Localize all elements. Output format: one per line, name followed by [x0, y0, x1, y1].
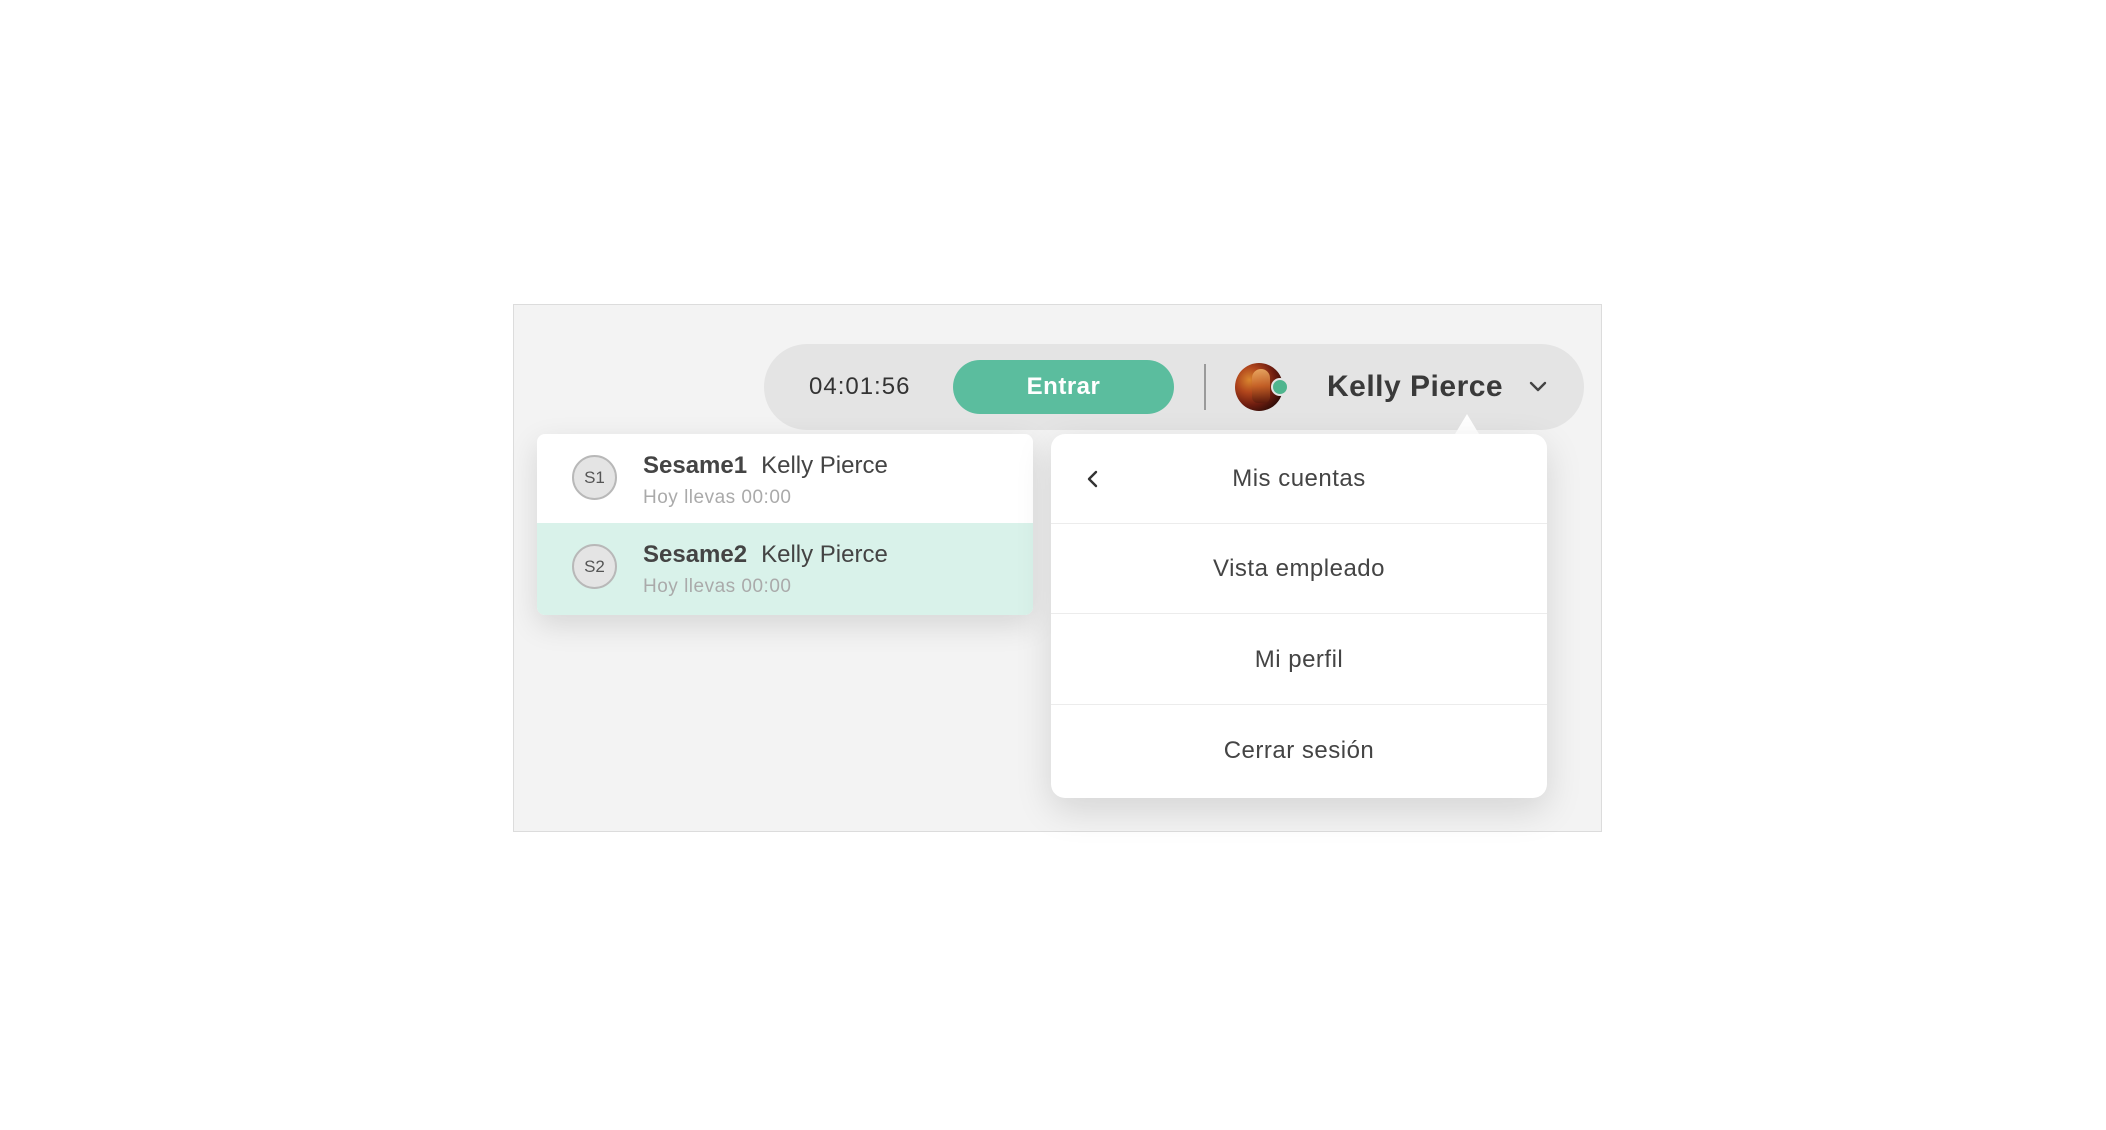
header-divider: [1204, 364, 1206, 410]
account-initials-badge: S1: [572, 455, 617, 500]
account-title: Sesame1 Kelly Pierce: [643, 452, 888, 480]
work-timer: 04:01:56: [809, 373, 911, 400]
account-company: Sesame1: [643, 452, 748, 479]
account-item-sesame1[interactable]: S1 Sesame1 Kelly Pierce Hoy llevas 00:00: [537, 434, 1033, 523]
account-user: Kelly Pierce: [761, 452, 888, 479]
menu-item-label: Mi perfil: [1254, 646, 1344, 673]
account-title: Sesame2 Kelly Pierce: [643, 541, 888, 569]
account-initials-badge: S2: [572, 544, 617, 589]
avatar-photo-figure: [1252, 369, 1270, 403]
account-worked-time: Hoy llevas 00:00: [643, 576, 792, 597]
menu-item-mi-perfil[interactable]: Mi perfil: [1051, 615, 1547, 705]
account-item-sesame2[interactable]: S2 Sesame2 Kelly Pierce Hoy llevas 00:00: [537, 523, 1033, 615]
menu-item-vista-empleado[interactable]: Vista empleado: [1051, 524, 1547, 614]
chevron-down-icon[interactable]: [1528, 377, 1548, 397]
enter-button[interactable]: Entrar: [953, 360, 1174, 414]
menu-item-cerrar-sesion[interactable]: Cerrar sesión: [1051, 706, 1547, 796]
menu-pointer-arrow: [1455, 414, 1479, 434]
account-company: Sesame2: [643, 541, 748, 568]
user-menu: Mis cuentas Vista empleado Mi perfil Cer…: [1051, 434, 1547, 798]
menu-item-label: Cerrar sesión: [1223, 737, 1375, 764]
account-worked-time: Hoy llevas 00:00: [643, 487, 792, 508]
account-user: Kelly Pierce: [761, 541, 888, 568]
chevron-left-icon[interactable]: [1083, 469, 1103, 489]
menu-item-label: Vista empleado: [1213, 555, 1385, 582]
menu-item-label: Mis cuentas: [1232, 465, 1366, 492]
menu-item-mis-cuentas[interactable]: Mis cuentas: [1051, 434, 1547, 524]
online-status-dot: [1271, 378, 1289, 396]
accounts-dropdown: S1 Sesame1 Kelly Pierce Hoy llevas 00:00 …: [537, 434, 1033, 615]
